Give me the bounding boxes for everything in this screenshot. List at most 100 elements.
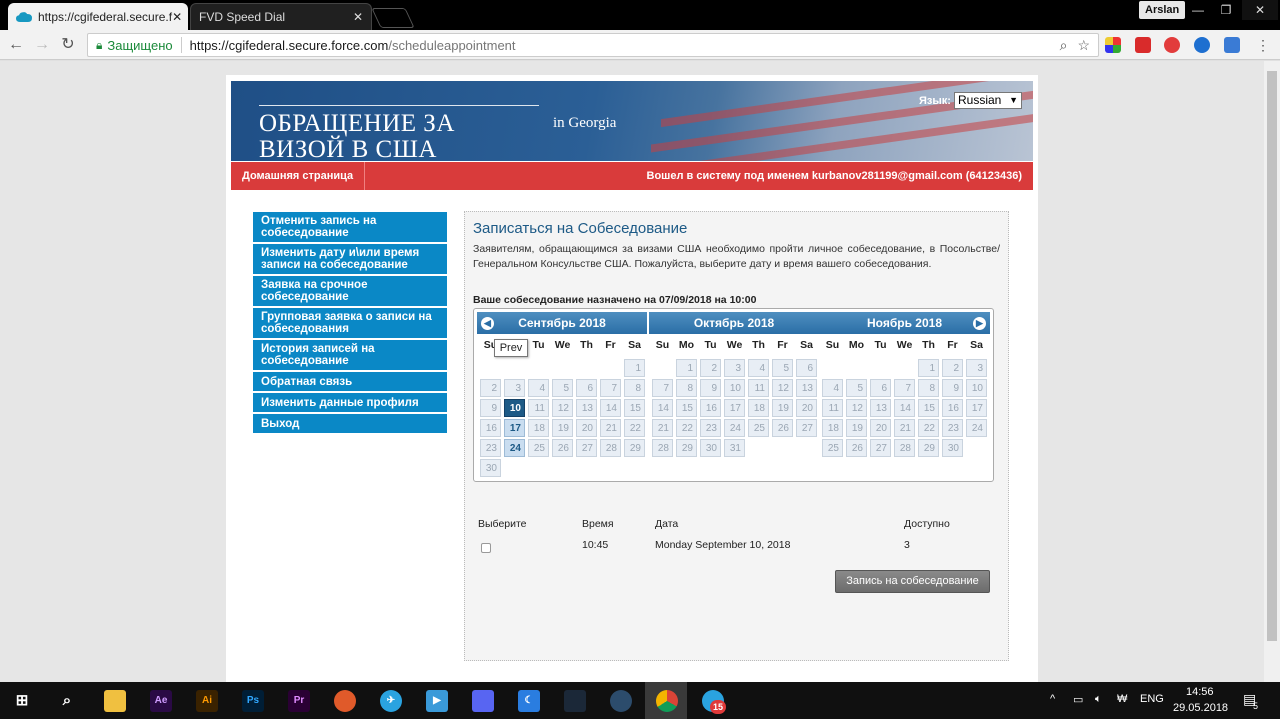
- clock-date[interactable]: 29.05.2018: [1173, 702, 1228, 714]
- calendar-day: 4: [822, 379, 843, 397]
- extension-shield-icon[interactable]: [1164, 37, 1180, 53]
- volume-icon[interactable]: 🔈︎: [1095, 693, 1102, 706]
- page-scrollbar[interactable]: [1264, 61, 1280, 682]
- menu-appointment-history[interactable]: История записей на собеседование: [253, 340, 447, 372]
- network-icon[interactable]: ▭: [1073, 693, 1083, 706]
- calendar-day: 22: [676, 419, 697, 437]
- weekday-label: We: [896, 339, 913, 351]
- windows-start-icon[interactable]: ⊞: [11, 690, 33, 712]
- photoshop-icon[interactable]: Ps: [242, 690, 264, 712]
- ime-icon[interactable]: ₩: [1117, 693, 1127, 705]
- new-tab-button[interactable]: [371, 8, 415, 28]
- calendar-day: 31: [724, 439, 745, 457]
- calendar-day: 27: [576, 439, 597, 457]
- extension-red-icon[interactable]: [1135, 37, 1151, 53]
- file-explorer-icon[interactable]: [104, 690, 126, 712]
- forward-arrow-icon[interactable]: →: [31, 34, 53, 56]
- menu-kebab-icon[interactable]: ⋮: [1252, 34, 1274, 56]
- menu-logout[interactable]: Выход: [253, 414, 447, 435]
- calendar-day: 15: [624, 399, 645, 417]
- menu-edit-profile[interactable]: Изменить данные профиля: [253, 393, 447, 414]
- calendar-day: 22: [624, 419, 645, 437]
- calendar-day: 22: [918, 419, 939, 437]
- app-moon-icon[interactable]: ☾: [518, 690, 540, 712]
- premiere-icon[interactable]: Pr: [288, 690, 310, 712]
- close-window-icon[interactable]: ✕: [1242, 0, 1278, 20]
- tab-cgifederal[interactable]: https://cgifederal.secure.f ✕: [8, 3, 188, 30]
- app-orange-icon[interactable]: [334, 690, 356, 712]
- calendar-day: 3: [504, 379, 525, 397]
- calendar-day: 3: [724, 359, 745, 377]
- close-tab-icon[interactable]: ✕: [172, 10, 182, 24]
- extension-grid-icon[interactable]: [1105, 37, 1121, 53]
- minimize-icon[interactable]: —: [1184, 0, 1212, 20]
- secure-label: Защищено: [107, 37, 173, 53]
- calendar-day: 23: [700, 419, 721, 437]
- scrollbar-thumb[interactable]: [1267, 71, 1277, 641]
- calendar-day: 30: [942, 439, 963, 457]
- language-select[interactable]: Russian ▼: [954, 92, 1022, 109]
- clock-time[interactable]: 14:56: [1186, 686, 1214, 698]
- discord-icon[interactable]: [472, 690, 494, 712]
- after-effects-icon[interactable]: Ae: [150, 690, 172, 712]
- submit-appointment-button[interactable]: Запись на собеседование: [835, 570, 990, 593]
- calendar-day[interactable]: 10: [504, 399, 525, 417]
- bookmark-star-icon[interactable]: ☆: [1077, 37, 1090, 54]
- menu-expedite-request[interactable]: Заявка на срочное собеседование: [253, 276, 447, 308]
- calendar-day: 5: [846, 379, 867, 397]
- calendar-day: 6: [796, 359, 817, 377]
- weekday-label: Th: [580, 339, 593, 351]
- weekday-label: Su: [655, 339, 670, 351]
- menu-change-appointment[interactable]: Изменить дату и\или время записи на собе…: [253, 244, 447, 276]
- weekday-label: Sa: [800, 339, 813, 351]
- calendar-day: 14: [600, 399, 621, 417]
- calendar-day[interactable]: 24: [504, 439, 525, 457]
- calendar-day: 29: [918, 439, 939, 457]
- calendar-day: 15: [676, 399, 697, 417]
- calendar-day: 29: [624, 439, 645, 457]
- slot-date: Monday September 10, 2018: [655, 539, 791, 551]
- home-link[interactable]: Домашняя страница: [231, 162, 366, 190]
- back-arrow-icon[interactable]: ←: [5, 34, 27, 56]
- dropdown-caret-icon: ▼: [1009, 95, 1018, 105]
- address-bar[interactable]: 🔒︎ Защищено https://cgifederal.secure.fo…: [87, 33, 1099, 57]
- calendar-day[interactable]: 17: [504, 419, 525, 437]
- telegram-icon[interactable]: ✈: [380, 690, 402, 712]
- calendar-day: 25: [748, 419, 769, 437]
- chrome-icon[interactable]: [656, 690, 678, 712]
- tray-chevron-icon[interactable]: ^: [1050, 693, 1055, 705]
- menu-group-request[interactable]: Групповая заявка о записи на собеседован…: [253, 308, 447, 340]
- extension-blue-icon[interactable]: [1194, 37, 1210, 53]
- steam-icon[interactable]: [564, 690, 586, 712]
- reload-icon[interactable]: ↻: [57, 34, 79, 56]
- menu-feedback[interactable]: Обратная связь: [253, 372, 447, 393]
- app-blue-round-icon[interactable]: [610, 690, 632, 712]
- calendar-day: 1: [624, 359, 645, 377]
- extension-mail-icon[interactable]: [1224, 37, 1240, 53]
- banner-rule: [259, 105, 539, 106]
- illustrator-icon[interactable]: Ai: [196, 690, 218, 712]
- url-path: /scheduleappointment: [388, 37, 516, 53]
- zoom-icon[interactable]: ⌕: [1060, 37, 1068, 54]
- month-header: Октябрь 2018: [649, 312, 819, 334]
- calendar-day: 16: [942, 399, 963, 417]
- close-tab-icon[interactable]: ✕: [353, 10, 363, 24]
- next-month-icon[interactable]: ▶: [973, 317, 986, 330]
- calendar-day: 13: [870, 399, 891, 417]
- weekday-label: Tu: [874, 339, 887, 351]
- prev-month-icon[interactable]: ◀: [481, 317, 494, 330]
- calendar-day: 11: [528, 399, 549, 417]
- menu-cancel-appointment[interactable]: Отменить запись на собеседование: [253, 212, 447, 244]
- profile-button[interactable]: Arslan: [1139, 1, 1186, 19]
- tab-fvd-speed-dial[interactable]: FVD Speed Dial ✕: [190, 3, 372, 30]
- calendar-day: 24: [966, 419, 987, 437]
- slot-checkbox[interactable]: [481, 543, 491, 553]
- tab-title: FVD Speed Dial: [199, 10, 286, 24]
- calendar-day: 28: [894, 439, 915, 457]
- search-icon[interactable]: ⌕: [56, 690, 78, 712]
- restore-icon[interactable]: ❐: [1212, 0, 1240, 20]
- media-player-icon[interactable]: ▶: [426, 690, 448, 712]
- language-indicator[interactable]: ENG: [1140, 693, 1164, 705]
- calendar-day: 26: [846, 439, 867, 457]
- calendar-day: 4: [748, 359, 769, 377]
